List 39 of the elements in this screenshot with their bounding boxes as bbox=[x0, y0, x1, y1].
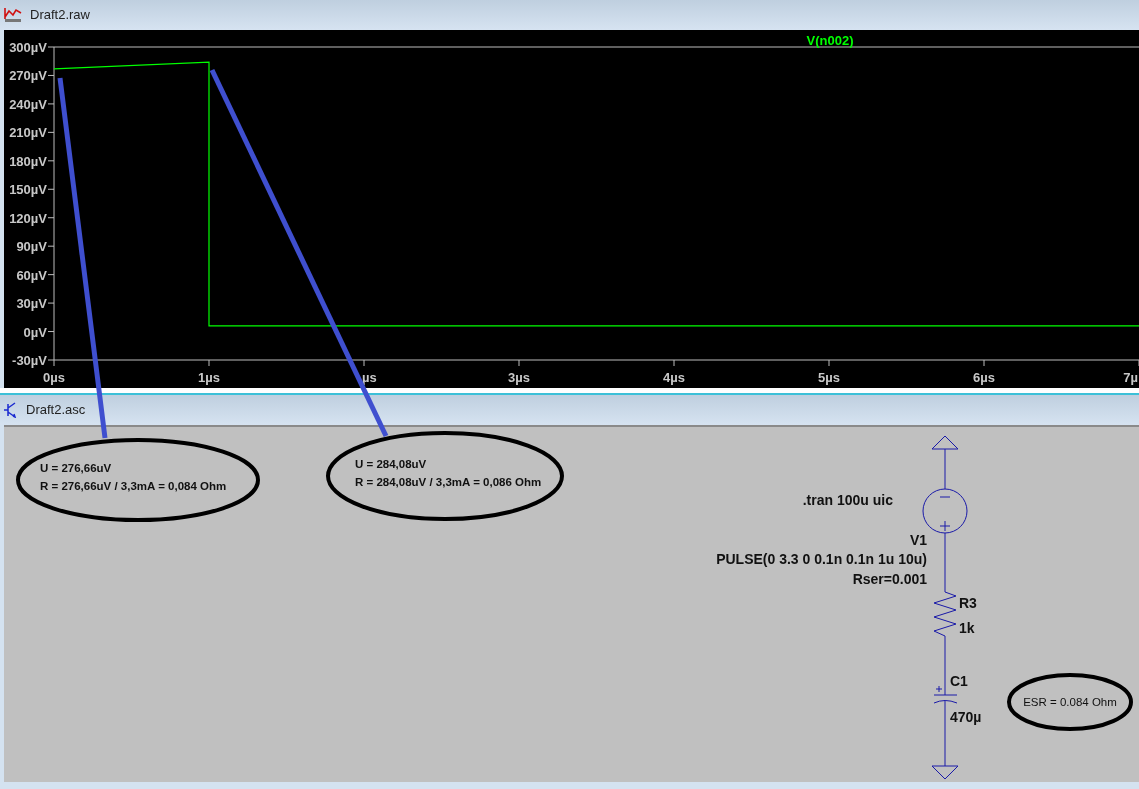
window-splitter[interactable] bbox=[0, 388, 1139, 395]
x-tick-label: µs bbox=[362, 370, 377, 385]
x-tick-label: 4µs bbox=[663, 370, 685, 385]
y-tick-label: 60µV bbox=[16, 267, 47, 283]
annotation-text: U = 284,08uV bbox=[355, 458, 427, 470]
y-tick-label: 210µV bbox=[9, 125, 47, 141]
y-tick-label: 30µV bbox=[16, 296, 47, 312]
y-tick-label: 270µV bbox=[9, 68, 47, 84]
component-value: Rser=0.001 bbox=[852, 571, 927, 587]
annotation-text: R = 276,66uV / 3,3mA = 0,084 Ohm bbox=[40, 480, 227, 492]
component-label: V1 bbox=[909, 532, 927, 548]
component-value: 1k bbox=[959, 620, 975, 636]
y-tick-label: 150µV bbox=[9, 182, 47, 198]
y-tick-label: -30µV bbox=[12, 353, 47, 368]
component-label: R3 bbox=[959, 595, 977, 611]
x-tick-label: 6µs bbox=[973, 370, 995, 385]
annotation-text: ESR = 0.084 Ohm bbox=[1023, 696, 1117, 708]
trace-legend: V(n002) bbox=[806, 33, 854, 48]
waveform-icon bbox=[4, 7, 22, 23]
x-tick-label: 5µs bbox=[818, 370, 840, 385]
x-tick-label: 1µs bbox=[198, 370, 220, 385]
component-label: C1 bbox=[950, 673, 968, 689]
transistor-icon bbox=[4, 402, 18, 418]
x-tick-label: 0µs bbox=[43, 370, 65, 385]
window-title: Draft2.raw bbox=[30, 6, 90, 25]
y-tick-label: 0µV bbox=[23, 324, 47, 340]
y-tick-label: 240µV bbox=[9, 96, 47, 112]
x-tick-label: 3µs bbox=[508, 370, 530, 385]
x-tick-label: 7µ bbox=[1123, 370, 1138, 385]
component-value: PULSE(0 3.3 0 0.1n 0.1n 1u 10u) bbox=[716, 551, 927, 567]
spice-directive: .tran 100u uic bbox=[802, 492, 893, 508]
window-title: Draft2.asc bbox=[26, 401, 86, 420]
y-tick-label: 90µV bbox=[16, 239, 47, 255]
y-tick-label: 120µV bbox=[9, 210, 47, 226]
annotation-text: U = 276,66uV bbox=[40, 462, 112, 474]
annotation-text: R = 284,08uV / 3,3mA = 0,086 Ohm bbox=[355, 476, 542, 488]
y-tick-label: 180µV bbox=[9, 153, 47, 169]
y-tick-label: 300µV bbox=[9, 40, 47, 55]
component-value: 470µ bbox=[950, 709, 982, 725]
